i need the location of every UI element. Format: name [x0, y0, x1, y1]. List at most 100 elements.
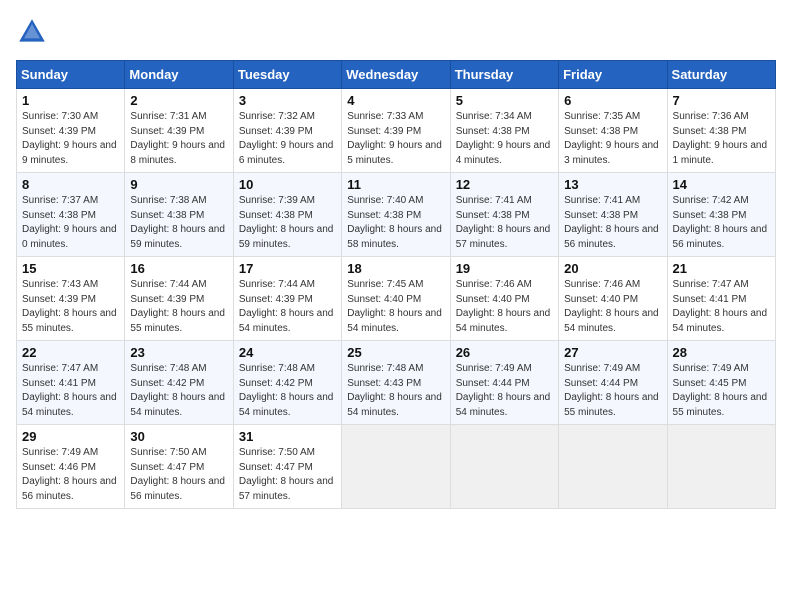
weekday-header-sunday: Sunday [17, 61, 125, 89]
calendar-cell: 29 Sunrise: 7:49 AM Sunset: 4:46 PM Dayl… [17, 425, 125, 509]
day-number: 22 [22, 345, 119, 360]
day-info: Sunrise: 7:41 AM Sunset: 4:38 PM Dayligh… [564, 194, 661, 252]
calendar-cell: 30 Sunrise: 7:50 AM Sunset: 4:47 PM Dayl… [125, 425, 233, 509]
day-number: 16 [130, 261, 227, 276]
day-info: Sunrise: 7:32 AM Sunset: 4:39 PM Dayligh… [239, 110, 336, 168]
calendar-cell: 13 Sunrise: 7:41 AM Sunset: 4:38 PM Dayl… [559, 173, 667, 257]
calendar-cell [559, 425, 667, 509]
day-number: 6 [564, 93, 661, 108]
calendar-cell: 3 Sunrise: 7:32 AM Sunset: 4:39 PM Dayli… [233, 89, 341, 173]
calendar-cell: 6 Sunrise: 7:35 AM Sunset: 4:38 PM Dayli… [559, 89, 667, 173]
day-info: Sunrise: 7:49 AM Sunset: 4:44 PM Dayligh… [456, 362, 553, 420]
logo-icon [16, 16, 48, 48]
calendar-cell: 26 Sunrise: 7:49 AM Sunset: 4:44 PM Dayl… [450, 341, 558, 425]
day-info: Sunrise: 7:46 AM Sunset: 4:40 PM Dayligh… [456, 278, 553, 336]
day-info: Sunrise: 7:44 AM Sunset: 4:39 PM Dayligh… [130, 278, 227, 336]
calendar-cell: 20 Sunrise: 7:46 AM Sunset: 4:40 PM Dayl… [559, 257, 667, 341]
day-number: 31 [239, 429, 336, 444]
calendar-cell: 19 Sunrise: 7:46 AM Sunset: 4:40 PM Dayl… [450, 257, 558, 341]
calendar-cell [667, 425, 775, 509]
day-info: Sunrise: 7:50 AM Sunset: 4:47 PM Dayligh… [130, 446, 227, 504]
day-number: 23 [130, 345, 227, 360]
day-number: 28 [673, 345, 770, 360]
day-number: 15 [22, 261, 119, 276]
day-info: Sunrise: 7:49 AM Sunset: 4:44 PM Dayligh… [564, 362, 661, 420]
calendar-cell: 31 Sunrise: 7:50 AM Sunset: 4:47 PM Dayl… [233, 425, 341, 509]
day-number: 21 [673, 261, 770, 276]
day-number: 25 [347, 345, 444, 360]
day-number: 12 [456, 177, 553, 192]
day-number: 29 [22, 429, 119, 444]
calendar-cell: 2 Sunrise: 7:31 AM Sunset: 4:39 PM Dayli… [125, 89, 233, 173]
day-info: Sunrise: 7:44 AM Sunset: 4:39 PM Dayligh… [239, 278, 336, 336]
weekday-header-thursday: Thursday [450, 61, 558, 89]
day-info: Sunrise: 7:31 AM Sunset: 4:39 PM Dayligh… [130, 110, 227, 168]
day-info: Sunrise: 7:33 AM Sunset: 4:39 PM Dayligh… [347, 110, 444, 168]
day-number: 27 [564, 345, 661, 360]
calendar-week-5: 29 Sunrise: 7:49 AM Sunset: 4:46 PM Dayl… [17, 425, 776, 509]
day-info: Sunrise: 7:40 AM Sunset: 4:38 PM Dayligh… [347, 194, 444, 252]
calendar-table: SundayMondayTuesdayWednesdayThursdayFrid… [16, 60, 776, 509]
calendar-cell: 21 Sunrise: 7:47 AM Sunset: 4:41 PM Dayl… [667, 257, 775, 341]
calendar-cell: 11 Sunrise: 7:40 AM Sunset: 4:38 PM Dayl… [342, 173, 450, 257]
weekday-header-friday: Friday [559, 61, 667, 89]
calendar-cell: 17 Sunrise: 7:44 AM Sunset: 4:39 PM Dayl… [233, 257, 341, 341]
day-number: 4 [347, 93, 444, 108]
calendar-cell: 18 Sunrise: 7:45 AM Sunset: 4:40 PM Dayl… [342, 257, 450, 341]
day-number: 14 [673, 177, 770, 192]
weekday-header-wednesday: Wednesday [342, 61, 450, 89]
day-number: 5 [456, 93, 553, 108]
calendar-cell: 12 Sunrise: 7:41 AM Sunset: 4:38 PM Dayl… [450, 173, 558, 257]
weekday-header-monday: Monday [125, 61, 233, 89]
day-info: Sunrise: 7:49 AM Sunset: 4:45 PM Dayligh… [673, 362, 770, 420]
calendar-cell: 15 Sunrise: 7:43 AM Sunset: 4:39 PM Dayl… [17, 257, 125, 341]
calendar-week-2: 8 Sunrise: 7:37 AM Sunset: 4:38 PM Dayli… [17, 173, 776, 257]
day-info: Sunrise: 7:34 AM Sunset: 4:38 PM Dayligh… [456, 110, 553, 168]
day-number: 10 [239, 177, 336, 192]
day-number: 26 [456, 345, 553, 360]
calendar-cell: 9 Sunrise: 7:38 AM Sunset: 4:38 PM Dayli… [125, 173, 233, 257]
day-number: 20 [564, 261, 661, 276]
page-header [16, 16, 776, 48]
calendar-cell: 25 Sunrise: 7:48 AM Sunset: 4:43 PM Dayl… [342, 341, 450, 425]
day-number: 30 [130, 429, 227, 444]
day-number: 11 [347, 177, 444, 192]
day-number: 19 [456, 261, 553, 276]
day-number: 13 [564, 177, 661, 192]
day-number: 18 [347, 261, 444, 276]
day-info: Sunrise: 7:39 AM Sunset: 4:38 PM Dayligh… [239, 194, 336, 252]
calendar-cell: 10 Sunrise: 7:39 AM Sunset: 4:38 PM Dayl… [233, 173, 341, 257]
weekday-header-tuesday: Tuesday [233, 61, 341, 89]
day-info: Sunrise: 7:47 AM Sunset: 4:41 PM Dayligh… [673, 278, 770, 336]
calendar-cell: 16 Sunrise: 7:44 AM Sunset: 4:39 PM Dayl… [125, 257, 233, 341]
day-info: Sunrise: 7:30 AM Sunset: 4:39 PM Dayligh… [22, 110, 119, 168]
calendar-cell [342, 425, 450, 509]
calendar-cell: 5 Sunrise: 7:34 AM Sunset: 4:38 PM Dayli… [450, 89, 558, 173]
day-number: 17 [239, 261, 336, 276]
weekday-header-saturday: Saturday [667, 61, 775, 89]
calendar-cell: 4 Sunrise: 7:33 AM Sunset: 4:39 PM Dayli… [342, 89, 450, 173]
calendar-week-4: 22 Sunrise: 7:47 AM Sunset: 4:41 PM Dayl… [17, 341, 776, 425]
day-info: Sunrise: 7:38 AM Sunset: 4:38 PM Dayligh… [130, 194, 227, 252]
day-info: Sunrise: 7:37 AM Sunset: 4:38 PM Dayligh… [22, 194, 119, 252]
calendar-cell: 8 Sunrise: 7:37 AM Sunset: 4:38 PM Dayli… [17, 173, 125, 257]
calendar-header-row: SundayMondayTuesdayWednesdayThursdayFrid… [17, 61, 776, 89]
day-info: Sunrise: 7:49 AM Sunset: 4:46 PM Dayligh… [22, 446, 119, 504]
day-info: Sunrise: 7:35 AM Sunset: 4:38 PM Dayligh… [564, 110, 661, 168]
day-number: 24 [239, 345, 336, 360]
day-info: Sunrise: 7:50 AM Sunset: 4:47 PM Dayligh… [239, 446, 336, 504]
day-info: Sunrise: 7:47 AM Sunset: 4:41 PM Dayligh… [22, 362, 119, 420]
day-info: Sunrise: 7:42 AM Sunset: 4:38 PM Dayligh… [673, 194, 770, 252]
calendar-cell: 27 Sunrise: 7:49 AM Sunset: 4:44 PM Dayl… [559, 341, 667, 425]
day-info: Sunrise: 7:36 AM Sunset: 4:38 PM Dayligh… [673, 110, 770, 168]
calendar-cell: 22 Sunrise: 7:47 AM Sunset: 4:41 PM Dayl… [17, 341, 125, 425]
calendar-cell: 24 Sunrise: 7:48 AM Sunset: 4:42 PM Dayl… [233, 341, 341, 425]
calendar-cell: 28 Sunrise: 7:49 AM Sunset: 4:45 PM Dayl… [667, 341, 775, 425]
calendar-cell: 7 Sunrise: 7:36 AM Sunset: 4:38 PM Dayli… [667, 89, 775, 173]
day-info: Sunrise: 7:43 AM Sunset: 4:39 PM Dayligh… [22, 278, 119, 336]
day-number: 9 [130, 177, 227, 192]
calendar-cell: 14 Sunrise: 7:42 AM Sunset: 4:38 PM Dayl… [667, 173, 775, 257]
day-info: Sunrise: 7:45 AM Sunset: 4:40 PM Dayligh… [347, 278, 444, 336]
day-number: 3 [239, 93, 336, 108]
day-number: 8 [22, 177, 119, 192]
